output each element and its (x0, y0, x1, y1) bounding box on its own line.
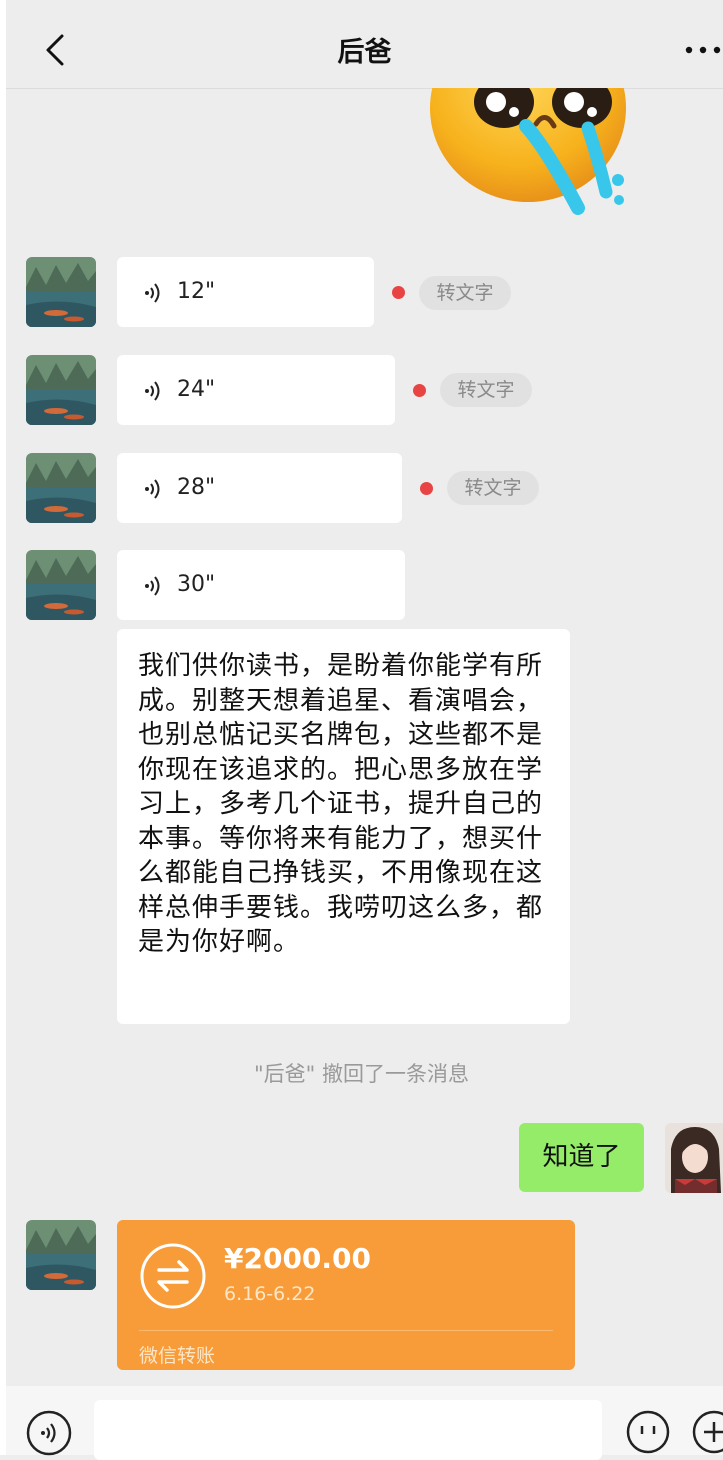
voice-wave-icon (145, 479, 160, 499)
transcribe-button[interactable]: 转文字 (447, 471, 539, 505)
voice-duration: 24" (177, 377, 216, 402)
contact-avatar[interactable] (26, 1220, 96, 1290)
transfer-amount: ¥2000.00 (224, 1242, 372, 1275)
sent-message[interactable]: 知道了 (519, 1123, 644, 1192)
input-bar (6, 1386, 723, 1460)
transfer-arrows-icon (140, 1243, 206, 1309)
transfer-label: 微信转账 (139, 1345, 216, 1367)
contact-avatar[interactable] (26, 550, 96, 620)
recall-notice: "后爸" 撤回了一条消息 (254, 1062, 469, 1086)
voice-wave-icon (145, 283, 160, 303)
more-options-icon[interactable] (683, 40, 723, 60)
chat-title: 后爸 (337, 37, 392, 68)
contact-avatar[interactable] (26, 257, 96, 327)
transcribe-button[interactable]: 转文字 (440, 373, 532, 407)
voice-duration: 30" (177, 572, 216, 597)
crying-emoji-sticker[interactable] (428, 88, 638, 223)
my-avatar[interactable] (665, 1123, 723, 1193)
voice-message[interactable]: 12" (117, 257, 374, 327)
wechat-transfer-card[interactable]: ¥2000.00 6.16-6.22 微信转账 (117, 1220, 575, 1370)
left-edge (0, 0, 6, 1455)
transfer-divider (139, 1330, 553, 1331)
voice-wave-icon (145, 381, 160, 401)
message-input[interactable] (94, 1400, 602, 1460)
transcribe-button[interactable]: 转文字 (419, 276, 511, 310)
unread-dot (420, 482, 433, 495)
transfer-date: 6.16-6.22 (224, 1283, 316, 1305)
text-message-content: 我们供你读书，是盼着你能学有所成。别整天想着追星、看演唱会，也别总惦记买名牌包，… (138, 651, 544, 957)
text-message[interactable]: 我们供你读书，是盼着你能学有所成。别整天想着追星、看演唱会，也别总惦记买名牌包，… (117, 629, 570, 1024)
unread-dot (413, 384, 426, 397)
voice-input-icon[interactable] (26, 1410, 72, 1456)
unread-dot (392, 286, 405, 299)
voice-message[interactable]: 30" (117, 550, 405, 620)
emoji-icon[interactable] (626, 1410, 670, 1454)
voice-message[interactable]: 28" (117, 453, 402, 523)
plus-icon[interactable] (692, 1410, 723, 1454)
voice-message[interactable]: 24" (117, 355, 395, 425)
contact-avatar[interactable] (26, 355, 96, 425)
contact-avatar[interactable] (26, 453, 96, 523)
voice-duration: 28" (177, 475, 216, 500)
voice-wave-icon (145, 576, 160, 596)
voice-duration: 12" (177, 279, 216, 304)
chat-header: 后爸 (6, 0, 723, 89)
